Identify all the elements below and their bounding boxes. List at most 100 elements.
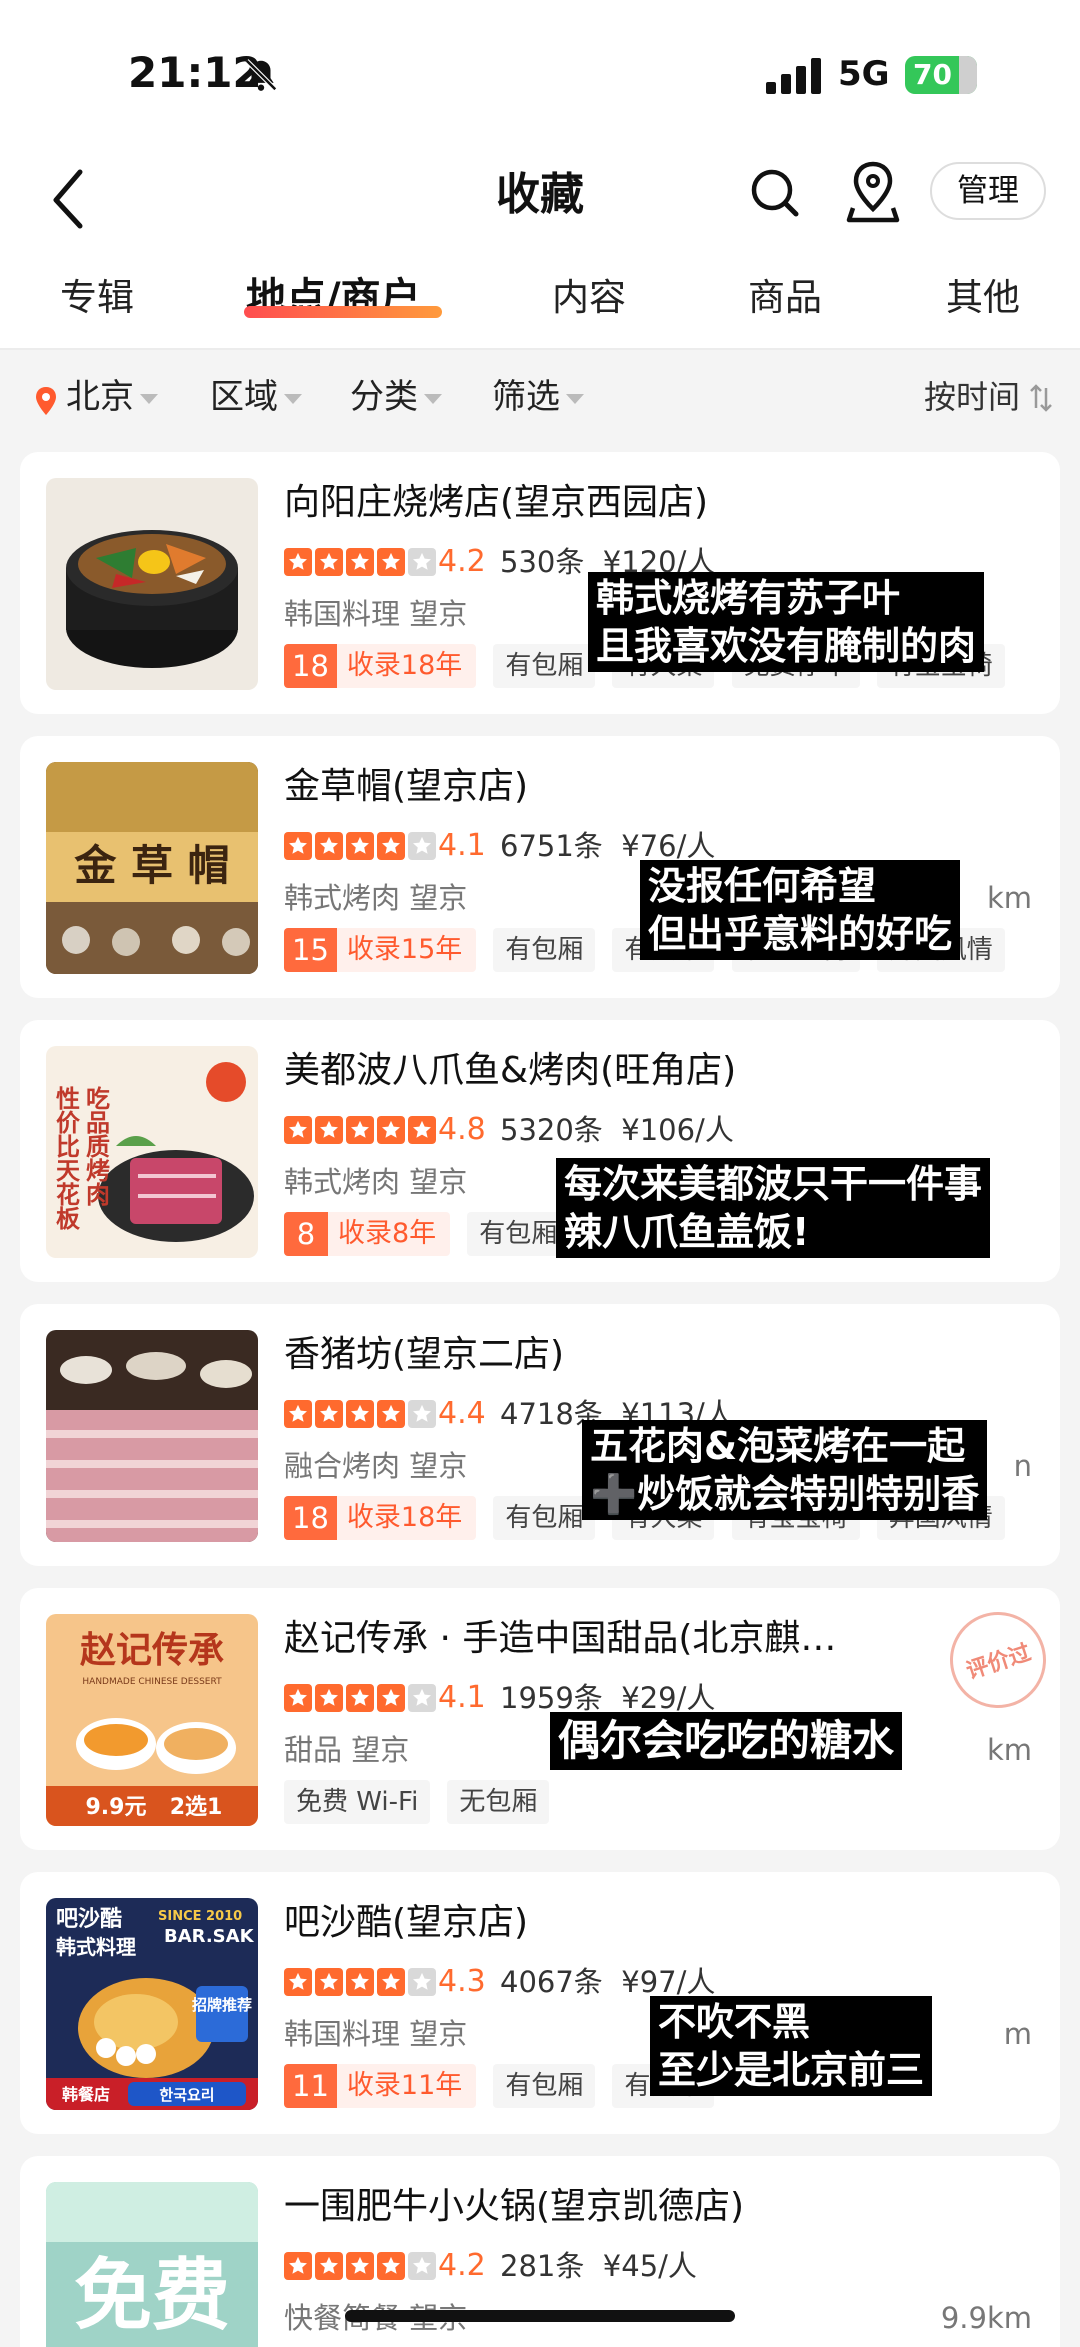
category-area: 韩式烤肉 望京	[284, 881, 468, 915]
store-card[interactable]: 吧沙酷 韩式料理 SINCE 2010 BAR.SAK 招牌推荐 韩餐店 한국요…	[20, 1872, 1060, 2134]
star-icon	[284, 548, 312, 576]
category-filter[interactable]: 分类	[350, 372, 442, 422]
years-badge-number: 18	[284, 644, 337, 688]
star-icon	[315, 1968, 343, 1996]
years-badge-text: 收录18年	[336, 1496, 477, 1540]
manage-button[interactable]: 管理	[930, 162, 1046, 220]
avg-price: ¥29/人	[621, 1681, 716, 1715]
star-icon	[284, 832, 312, 860]
caption-overlay: 没报任何希望 但出乎意料的好吃	[640, 860, 961, 960]
thumb-brand-title: 赵记传承	[80, 1629, 224, 1671]
status-bar: 21:12 5G 70	[0, 0, 1080, 150]
tab-bar: 专辑 地点/商户 内容 商品 其他	[0, 258, 1080, 348]
caption-line: 但出乎意料的好吃	[648, 912, 953, 956]
location-pin-icon[interactable]	[845, 158, 901, 224]
caption-line: 至少是北京前三	[658, 2048, 925, 2092]
tab-album[interactable]: 专辑	[60, 268, 134, 328]
star-icon	[346, 1684, 374, 1712]
store-thumbnail: 赵记传承 HANDMADE CHINESE DESSERT 9.9元 2选1	[46, 1614, 258, 1826]
star-icon	[346, 832, 374, 860]
thumb-foot-1: 韩餐店	[62, 2085, 110, 2104]
star-icon	[408, 1968, 436, 1996]
star-icon	[377, 2252, 405, 2280]
thumb-slogan-2: 吃品质烤肉	[82, 1086, 111, 1207]
star-icon	[284, 1116, 312, 1144]
star-icon	[408, 1116, 436, 1144]
years-badge-text: 收录11年	[336, 2064, 477, 2108]
store-name: 向阳庄烧烤店(望京西园店)	[284, 482, 709, 523]
rating-score: 4.8	[438, 1112, 486, 1147]
review-count-price: 281条 ¥45/人	[500, 2244, 697, 2288]
store-thumbnail: 性价比天花板 吃品质烤肉	[46, 1046, 258, 1258]
tab-places[interactable]: 地点/商户	[246, 268, 421, 328]
bell-off-icon	[245, 59, 277, 91]
star-icon	[284, 2252, 312, 2280]
caption-line: 且我喜欢没有腌制的肉	[596, 624, 977, 668]
store-thumbnail	[46, 1330, 258, 1542]
thumb-price: 9.9元	[86, 1795, 147, 1820]
caret-down-icon	[424, 393, 442, 404]
star-icon	[284, 1400, 312, 1428]
store-card[interactable]: 向阳庄烧烤店(望京西园店) 4.2 530条 ¥120/人 韩国料理 望京 18…	[20, 452, 1060, 714]
star-rating	[284, 1684, 439, 1714]
home-indicator[interactable]	[345, 2310, 735, 2322]
star-icon	[284, 1684, 312, 1712]
caption-line: 偶尔会吃吃的糖水	[558, 1716, 895, 1765]
store-name: 金草帽(望京店)	[284, 766, 529, 807]
years-badge-text: 收录15年	[336, 928, 477, 972]
area-filter[interactable]: 区域	[210, 372, 302, 422]
tag: 无包厢	[447, 1780, 550, 1824]
review-count: 6751条	[500, 829, 603, 863]
caption-overlay: 不吹不黑 至少是北京前三	[650, 1996, 933, 2096]
star-icon	[377, 1968, 405, 1996]
store-card[interactable]: 金 草 帽 金草帽(望京店) 4.1 6751条 ¥76/人 韩式烤肉 望京 k…	[20, 736, 1060, 998]
star-rating	[284, 2252, 439, 2282]
review-count: 4067条	[500, 1965, 603, 1999]
thumb-name: 吧沙酷	[56, 1907, 122, 1932]
category-area: 韩国料理 望京	[284, 597, 468, 631]
tab-other[interactable]: 其他	[946, 268, 1020, 328]
star-icon	[315, 1684, 343, 1712]
store-name: 美都波八爪鱼&烤肉(旺角店)	[284, 1050, 737, 1091]
reviewed-stamp: 评价过	[937, 1599, 1059, 1721]
store-card[interactable]: 香猪坊(望京二店) 4.4 4718条 ¥113/人 融合烤肉 望京 n 18 收…	[20, 1304, 1060, 1566]
filter-bar: 北京 区域 分类 筛选 按时间	[0, 348, 1080, 444]
store-thumbnail: 免费	[46, 2182, 258, 2347]
category-area: 甜品 望京	[284, 1733, 410, 1767]
store-thumbnail: 吧沙酷 韩式料理 SINCE 2010 BAR.SAK 招牌推荐 韩餐店 한국요…	[46, 1898, 258, 2110]
tab-content[interactable]: 内容	[552, 268, 626, 328]
store-card[interactable]: 性价比天花板 吃品质烤肉 美都波八爪鱼&烤肉(旺角店) 4.8 5320条 ¥1…	[20, 1020, 1060, 1282]
star-icon	[315, 1400, 343, 1428]
star-icon	[377, 548, 405, 576]
star-icon	[315, 2252, 343, 2280]
star-icon	[346, 548, 374, 576]
area-label: 区域	[210, 377, 278, 417]
battery-icon: 70	[905, 56, 977, 94]
sort-by-time[interactable]: 按时间	[924, 372, 1020, 422]
caption-line: 没报任何希望	[648, 864, 877, 908]
star-icon	[408, 2252, 436, 2280]
star-icon	[377, 832, 405, 860]
rating-score: 4.2	[438, 2248, 486, 2283]
tab-products[interactable]: 商品	[748, 268, 822, 328]
more-filter[interactable]: 筛选	[492, 372, 584, 422]
search-icon[interactable]	[748, 162, 802, 224]
star-icon	[408, 832, 436, 860]
filter-label: 筛选	[492, 377, 560, 417]
network-type: 5G	[838, 54, 890, 94]
thumb-en: BAR.SAK	[164, 1926, 255, 1947]
caption-line: ➕炒饭就会特别特别香	[590, 1472, 980, 1516]
city-filter[interactable]: 北京	[66, 372, 158, 422]
tag-list: 免费 Wi-Fi 无包厢	[284, 1780, 1044, 1828]
signal-icon	[766, 58, 821, 94]
caption-line: 每次来美都波只干一件事	[564, 1162, 983, 1206]
caption-overlay: 韩式烧烤有苏子叶 且我喜欢没有腌制的肉	[588, 572, 985, 672]
star-icon	[315, 1116, 343, 1144]
category-label: 分类	[350, 377, 418, 417]
store-card[interactable]: 赵记传承 HANDMADE CHINESE DESSERT 9.9元 2选1 赵…	[20, 1588, 1060, 1850]
distance: m	[1003, 2017, 1032, 2051]
tag: 有包厢	[493, 928, 596, 972]
star-icon	[408, 1400, 436, 1428]
category-area: 韩国料理 望京	[284, 2017, 468, 2051]
sort-icon[interactable]	[1028, 384, 1054, 412]
